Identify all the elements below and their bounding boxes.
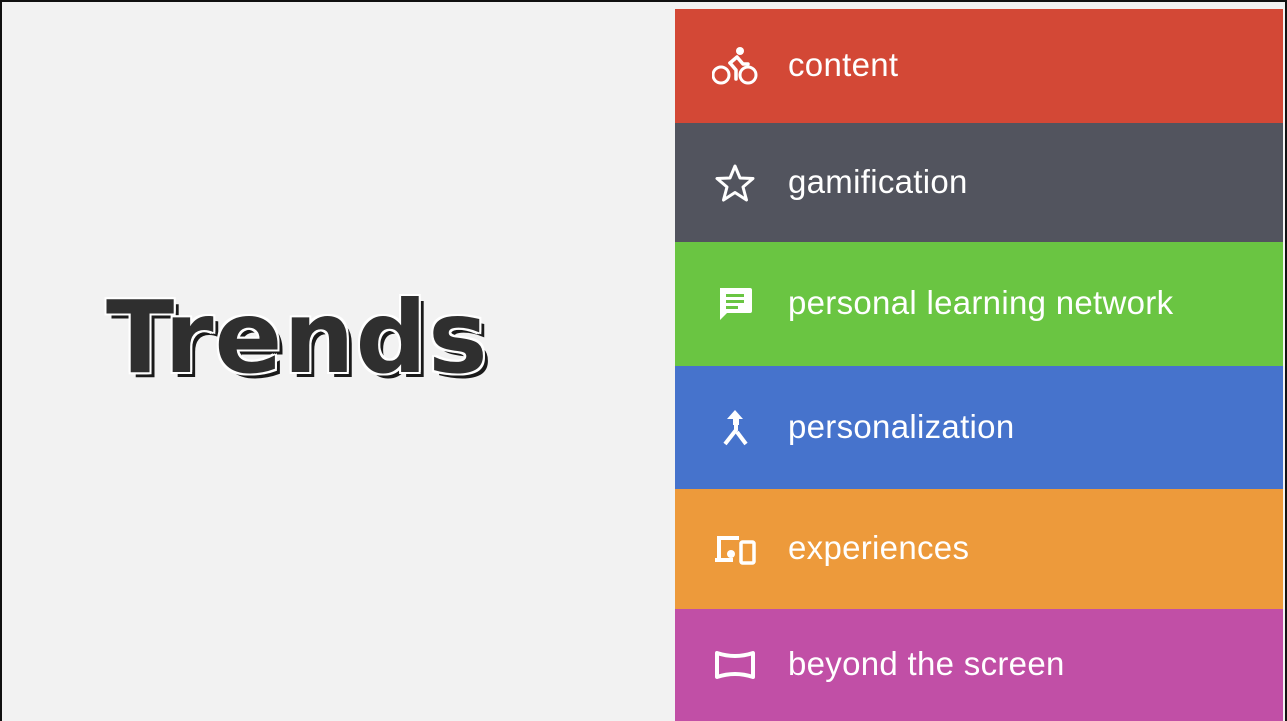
menu-item-personal-learning-network[interactable]: personal learning network xyxy=(675,242,1283,366)
bicycle-icon xyxy=(711,42,759,90)
merge-arrow-icon xyxy=(711,404,759,452)
trends-menu: content gamification personal learning n… xyxy=(675,9,1283,721)
star-outline-icon xyxy=(711,159,759,207)
menu-item-label: personal learning network xyxy=(788,284,1174,322)
slide: Trends content gamification personal lea… xyxy=(0,0,1287,721)
devices-icon xyxy=(711,525,759,573)
menu-item-beyond-the-screen[interactable]: beyond the screen xyxy=(675,609,1283,721)
menu-item-label: beyond the screen xyxy=(788,645,1065,683)
menu-item-label: content xyxy=(788,46,899,84)
menu-item-personalization[interactable]: personalization xyxy=(675,366,1283,489)
menu-item-experiences[interactable]: experiences xyxy=(675,489,1283,609)
menu-item-content[interactable]: content xyxy=(675,9,1283,123)
chat-bubble-icon xyxy=(711,280,759,328)
menu-item-label: experiences xyxy=(788,529,970,567)
menu-item-gamification[interactable]: gamification xyxy=(675,123,1283,242)
panorama-icon xyxy=(711,641,759,689)
slide-title: Trends xyxy=(106,279,489,396)
menu-item-label: gamification xyxy=(788,162,968,200)
menu-item-label: personalization xyxy=(788,407,1015,445)
